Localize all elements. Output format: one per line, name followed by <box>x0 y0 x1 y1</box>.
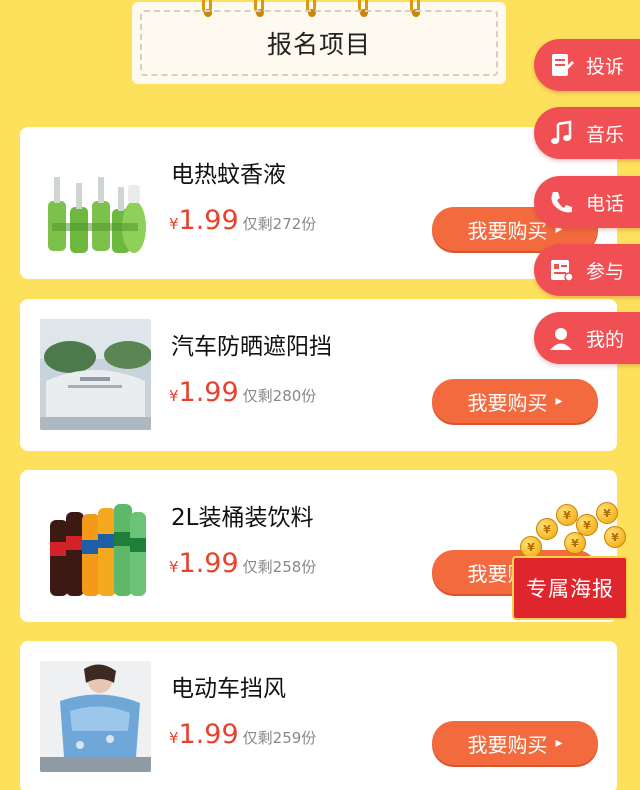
buy-button-label: 我要购买 <box>467 390 548 415</box>
currency-symbol: ¥ <box>169 387 179 405</box>
poster-label-box: 专属海报 <box>512 556 628 620</box>
coin-icon: ¥ <box>596 502 618 524</box>
poster-label: 专属海报 <box>526 577 614 601</box>
stock-remaining: 仅剩259份 <box>242 729 317 747</box>
price-row: ¥1.99 仅剩259份 <box>169 719 316 750</box>
stock-remaining: 仅剩272份 <box>242 215 317 233</box>
currency-symbol: ¥ <box>169 729 179 747</box>
stock-remaining: 仅剩258份 <box>242 558 317 576</box>
music-note-icon <box>544 116 578 150</box>
side-button-label: 参与 <box>586 260 625 283</box>
product-price: 1.99 <box>178 377 239 408</box>
price-row: ¥1.99 仅剩280份 <box>169 377 316 408</box>
buy-button-label: 我要购买 <box>467 218 548 243</box>
buy-button[interactable]: 我要购买 ▸ <box>432 721 598 765</box>
product-card[interactable]: 电动车挡风 ¥1.99 仅剩259份 我要购买 ▸ <box>20 641 617 790</box>
product-price: 1.99 <box>178 205 239 236</box>
side-button-join[interactable]: 参与 <box>534 244 640 296</box>
side-button-label: 电话 <box>586 192 625 215</box>
product-name: 电动车挡风 <box>171 676 286 702</box>
product-image-drink-bottles[interactable] <box>40 490 151 601</box>
title-frame: 报名项目 <box>140 10 498 76</box>
chevron-right-icon: ▸ <box>555 735 563 751</box>
side-button-complaint[interactable]: 投诉 <box>534 39 640 91</box>
price-row: ¥1.99 仅剩258份 <box>169 548 316 579</box>
side-button-music[interactable]: 音乐 <box>534 107 640 159</box>
page-title: 报名项目 <box>266 30 371 59</box>
product-card[interactable]: 电热蚊香液 ¥1.99 仅剩272份 我要购买 ▸ <box>20 127 617 279</box>
side-button-label: 我的 <box>586 328 625 351</box>
product-price: 1.99 <box>178 548 239 579</box>
stock-remaining: 仅剩280份 <box>242 387 317 405</box>
product-price: 1.99 <box>178 719 239 750</box>
coin-icon: ¥ <box>556 504 578 526</box>
product-image-mosquito-liquid[interactable] <box>40 147 151 258</box>
side-button-label: 投诉 <box>586 55 625 78</box>
coin-icon: ¥ <box>520 536 542 558</box>
product-name: 2L装桶装饮料 <box>171 505 314 531</box>
document-edit-icon <box>544 48 578 82</box>
user-icon <box>544 321 578 355</box>
coin-icon: ¥ <box>604 526 626 548</box>
price-row: ¥1.99 仅剩272份 <box>169 205 316 236</box>
product-card[interactable]: 汽车防晒遮阳挡 ¥1.99 仅剩280份 我要购买 ▸ <box>20 299 617 451</box>
product-image-car-sunshade[interactable] <box>40 319 151 430</box>
product-image-scooter-windshield[interactable] <box>40 661 151 772</box>
side-button-label: 音乐 <box>586 123 625 146</box>
product-name: 电热蚊香液 <box>171 162 286 188</box>
buy-button-label: 我要购买 <box>467 732 548 757</box>
exclusive-poster-button[interactable]: ¥ ¥ ¥ ¥ ¥ ¥ ¥ 专属海报 <box>512 498 630 624</box>
coin-icon: ¥ <box>564 532 586 554</box>
side-button-mine[interactable]: 我的 <box>534 312 640 364</box>
currency-symbol: ¥ <box>169 215 179 233</box>
chevron-right-icon: ▸ <box>555 393 563 409</box>
form-icon <box>544 253 578 287</box>
section-title-card: 报名项目 <box>132 0 506 84</box>
product-name: 汽车防晒遮阳挡 <box>171 334 332 360</box>
buy-button[interactable]: 我要购买 ▸ <box>432 379 598 423</box>
side-button-phone[interactable]: 电话 <box>534 176 640 228</box>
currency-symbol: ¥ <box>169 558 179 576</box>
phone-icon <box>544 185 578 219</box>
coin-icon: ¥ <box>536 518 558 540</box>
